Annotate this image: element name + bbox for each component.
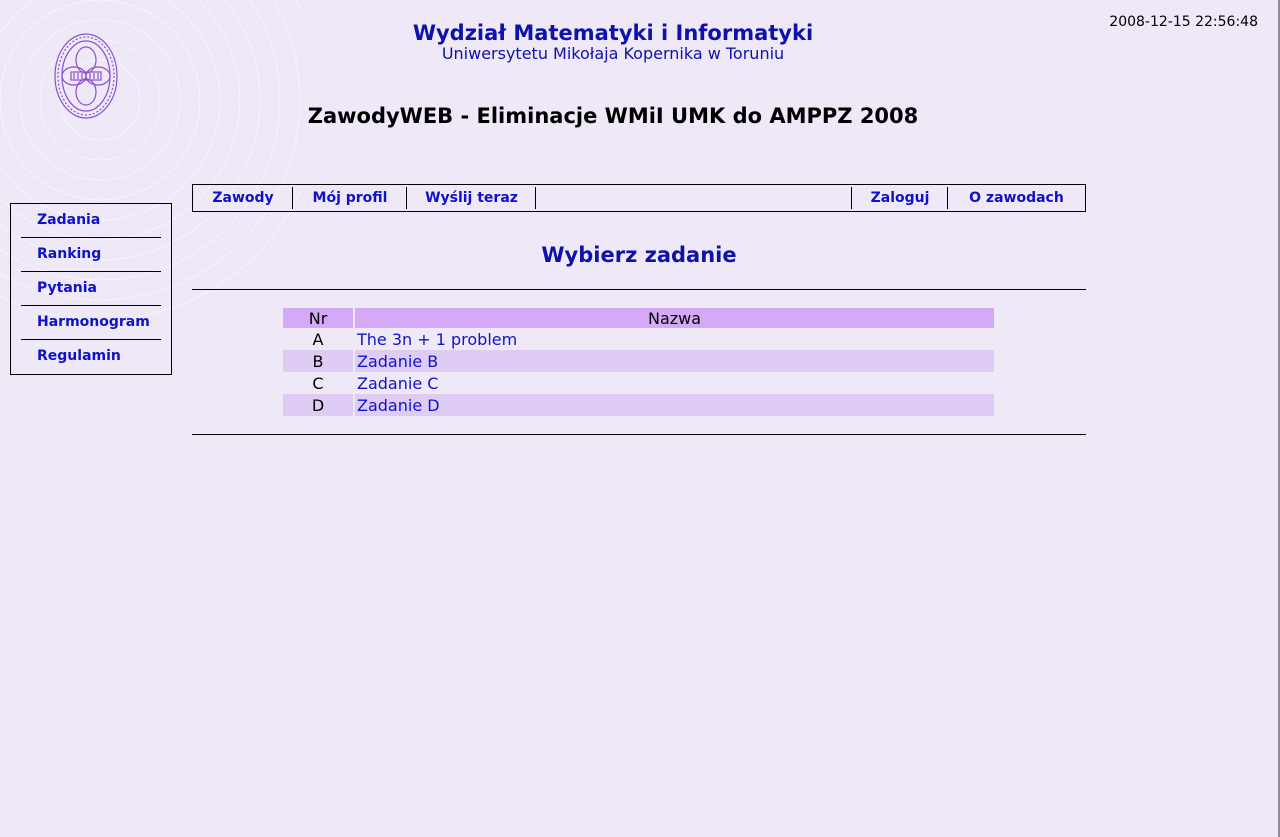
page-title: Wybierz zadanie <box>541 243 737 267</box>
nav-submit-now[interactable]: Wyślij teraz <box>407 185 536 211</box>
task-link[interactable]: Zadanie B <box>357 352 438 371</box>
top-navigation: Zawody Mój profil Wyślij teraz Zaloguj O… <box>192 184 1086 212</box>
sidebar-item-ranking[interactable]: Ranking <box>21 238 161 272</box>
sidebar-item-schedule[interactable]: Harmonogram <box>21 306 161 340</box>
contest-title: ZawodyWEB - Eliminacje WMiI UMK do AMPPZ… <box>307 104 919 128</box>
page: Wydział Matematyki i Informatyki Uniwers… <box>0 0 1280 837</box>
table-row: A The 3n + 1 problem <box>283 328 994 350</box>
task-name-cell: Zadanie C <box>355 372 994 394</box>
task-nr: A <box>312 329 324 349</box>
table-row: C Zadanie C <box>283 372 994 394</box>
nav-about-contest[interactable]: O zawodach <box>948 185 1085 211</box>
task-name-cell: Zadanie D <box>355 394 994 416</box>
sidebar-item-tasks[interactable]: Zadania <box>21 204 161 238</box>
table-header-row: Nr Nazwa <box>283 308 994 328</box>
task-nr: C <box>312 373 324 393</box>
department-subtitle: Uniwersytetu Mikołaja Kopernika w Toruni… <box>441 44 785 63</box>
sidebar-item-questions[interactable]: Pytania <box>21 272 161 306</box>
task-nr: D <box>283 394 355 416</box>
nav-separator <box>535 187 536 209</box>
divider <box>192 289 1086 290</box>
sidebar-item-label[interactable]: Regulamin <box>37 348 121 364</box>
table-row: D Zadanie D <box>283 394 994 416</box>
department-title: Wydział Matematyki i Informatyki <box>412 21 814 45</box>
task-name-cell: Zadanie B <box>355 350 994 372</box>
sidebar-item-label[interactable]: Zadania <box>37 212 100 228</box>
sidebar-item-label[interactable]: Ranking <box>37 246 101 262</box>
column-header-nr: Nr <box>283 308 355 328</box>
sidebar-menu: Zadania Ranking Pytania Harmonogram Regu… <box>10 203 172 375</box>
task-nr: B <box>283 350 355 372</box>
task-link[interactable]: The 3n + 1 problem <box>357 330 517 349</box>
nav-my-profile[interactable]: Mój profil <box>293 185 407 211</box>
server-timestamp: 2008-12-15 22:56:48 <box>1109 14 1258 30</box>
divider <box>192 434 1086 435</box>
tasks-table: Nr Nazwa A The 3n + 1 problem B Zadanie … <box>283 308 994 416</box>
column-header-name: Nazwa <box>355 308 994 328</box>
sidebar-item-rules[interactable]: Regulamin <box>21 340 161 373</box>
task-link[interactable]: Zadanie C <box>357 374 438 393</box>
nav-login[interactable]: Zaloguj <box>852 185 948 211</box>
table-row: B Zadanie B <box>283 350 994 372</box>
task-name-cell: The 3n + 1 problem <box>355 328 994 350</box>
sidebar-item-label[interactable]: Harmonogram <box>37 314 150 330</box>
nav-zawody[interactable]: Zawody <box>193 185 293 211</box>
sidebar-item-label[interactable]: Pytania <box>37 280 97 296</box>
task-link[interactable]: Zadanie D <box>357 396 440 415</box>
